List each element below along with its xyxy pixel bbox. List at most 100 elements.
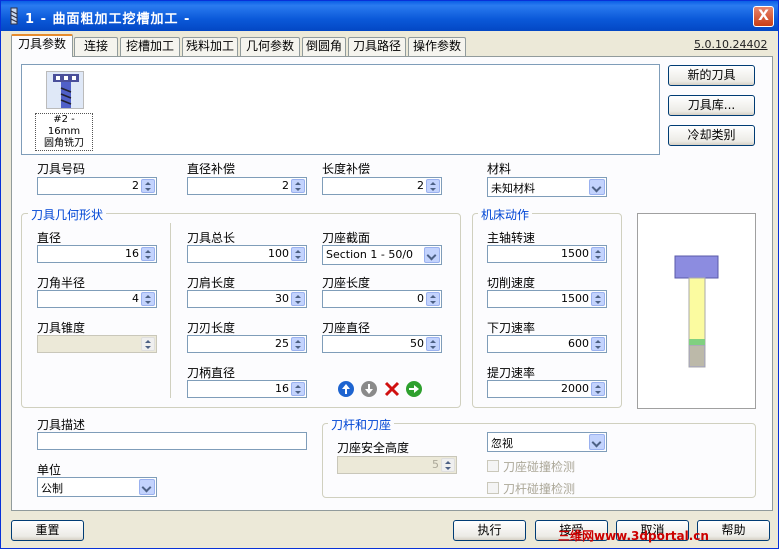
retract-value: 2000 bbox=[561, 382, 589, 395]
dia-offset-spinner[interactable]: 2 bbox=[187, 177, 307, 195]
arrow-down-icon[interactable] bbox=[361, 381, 377, 397]
plunge-spinner[interactable]: 600 bbox=[487, 335, 607, 353]
arrow-right-icon[interactable] bbox=[406, 381, 422, 397]
holder-collision-label: 刀座碰撞检测 bbox=[503, 460, 576, 474]
units-select[interactable]: 公制 bbox=[37, 477, 157, 497]
arrow-up-icon[interactable] bbox=[338, 381, 354, 397]
tool-label-line2: 圆角铣刀 bbox=[44, 138, 84, 149]
holder-length-spinner[interactable]: 0 bbox=[322, 290, 442, 308]
spin-arrows-icon[interactable] bbox=[291, 247, 305, 261]
safety-height-spinner: 5 bbox=[337, 456, 457, 474]
spin-arrows-icon bbox=[141, 337, 155, 351]
material-select[interactable]: 未知材料 bbox=[487, 177, 607, 197]
title-bar[interactable]: 1 - 曲面粗加工挖槽加工 - X bbox=[1, 1, 778, 31]
tool-thumbnail[interactable] bbox=[46, 71, 84, 109]
holder-collision-checkbox[interactable] bbox=[487, 460, 499, 472]
tab-tool-parameters[interactable]: 刀具参数 bbox=[11, 34, 73, 57]
spin-arrows-icon[interactable] bbox=[591, 382, 605, 396]
geometry-divider bbox=[170, 223, 171, 398]
diameter-label: 直径 bbox=[37, 231, 62, 245]
holder-section-label: 刀座截面 bbox=[322, 231, 371, 245]
description-input[interactable] bbox=[37, 432, 307, 450]
tab-operation[interactable]: 操作参数 bbox=[408, 37, 466, 56]
tab-geometry[interactable]: 几何参数 bbox=[240, 37, 300, 56]
holder-length-value: 0 bbox=[417, 292, 424, 305]
spin-arrows-icon[interactable] bbox=[591, 247, 605, 261]
flute-length-spinner[interactable]: 25 bbox=[187, 335, 307, 353]
coolant-button[interactable]: 冷却类别 bbox=[668, 125, 755, 146]
tool-label-line1: #2 - 16mm bbox=[47, 114, 81, 137]
overall-length-label: 刀具总长 bbox=[187, 231, 236, 245]
shoulder-length-label: 刀肩长度 bbox=[187, 276, 236, 290]
holder-section-select[interactable]: Section 1 - 50/0 bbox=[322, 245, 442, 265]
shank-collision-checkbox[interactable] bbox=[487, 482, 499, 494]
tab-connection[interactable]: 连接 bbox=[74, 37, 118, 56]
holder-section-value: Section 1 - 50/0 bbox=[326, 248, 414, 261]
spindle-spinner[interactable]: 1500 bbox=[487, 245, 607, 263]
diameter-spinner[interactable]: 16 bbox=[37, 245, 157, 263]
safety-height-value: 5 bbox=[432, 458, 439, 471]
corner-radius-label: 刀角半径 bbox=[37, 276, 86, 290]
chevron-down-icon[interactable] bbox=[139, 479, 155, 495]
tool-library-button[interactable]: 刀具库... bbox=[668, 95, 755, 116]
tab-toolpath[interactable]: 刀具路径 bbox=[348, 37, 406, 56]
spin-arrows-icon[interactable] bbox=[591, 292, 605, 306]
tab-rest-machining[interactable]: 残料加工 bbox=[182, 37, 238, 56]
spin-arrows-icon[interactable] bbox=[141, 179, 155, 193]
holder-group-title: 刀杆和刀座 bbox=[328, 416, 395, 433]
spin-arrows-icon[interactable] bbox=[291, 337, 305, 351]
corner-radius-spinner[interactable]: 4 bbox=[37, 290, 157, 308]
machine-group-title: 机床动作 bbox=[478, 206, 533, 223]
spin-arrows-icon[interactable] bbox=[426, 179, 440, 193]
tab-pocket[interactable]: 挖槽加工 bbox=[120, 37, 180, 56]
spin-arrows-icon[interactable] bbox=[426, 292, 440, 306]
flute-length-label: 刀刃长度 bbox=[187, 321, 236, 335]
chevron-down-icon[interactable] bbox=[589, 179, 605, 195]
spin-arrows-icon[interactable] bbox=[291, 292, 305, 306]
tool-number-value: 2 bbox=[132, 179, 139, 192]
close-button[interactable]: X bbox=[753, 6, 774, 27]
dialog-window: 1 - 曲面粗加工挖槽加工 - X 刀具参数 连接 挖槽加工 残料加工 几何参数… bbox=[0, 0, 779, 549]
chevron-down-icon[interactable] bbox=[589, 434, 605, 450]
spin-arrows-icon[interactable] bbox=[591, 337, 605, 351]
new-tool-button[interactable]: 新的刀具 bbox=[668, 65, 755, 86]
shank-diameter-value: 16 bbox=[275, 382, 289, 395]
tool-list[interactable]: #2 - 16mm 圆角铣刀 bbox=[21, 64, 660, 155]
dia-offset-value: 2 bbox=[282, 179, 289, 192]
chevron-down-icon[interactable] bbox=[424, 247, 440, 263]
tool-label: #2 - 16mm 圆角铣刀 bbox=[35, 113, 93, 151]
delete-icon[interactable] bbox=[384, 381, 400, 397]
material-label: 材料 bbox=[487, 162, 512, 176]
tool-number-spinner[interactable]: 2 bbox=[37, 177, 157, 195]
plunge-label: 下刀速率 bbox=[487, 321, 536, 335]
flute-length-value: 25 bbox=[275, 337, 289, 350]
reset-button[interactable]: 重置 bbox=[11, 520, 84, 541]
execute-button[interactable]: 执行 bbox=[453, 520, 526, 541]
holder-length-label: 刀座长度 bbox=[322, 276, 371, 290]
endmill-icon bbox=[53, 74, 79, 108]
holder-actions-toolbar bbox=[338, 381, 422, 397]
overall-length-spinner[interactable]: 100 bbox=[187, 245, 307, 263]
holder-mode-select[interactable]: 忽视 bbox=[487, 432, 607, 452]
tab-fillet[interactable]: 倒圆角 bbox=[302, 37, 346, 56]
retract-spinner[interactable]: 2000 bbox=[487, 380, 607, 398]
units-label: 单位 bbox=[37, 463, 62, 477]
safety-height-label: 刀座安全高度 bbox=[337, 441, 410, 455]
feed-label: 切削速度 bbox=[487, 276, 536, 290]
spin-arrows-icon[interactable] bbox=[141, 292, 155, 306]
spin-arrows-icon[interactable] bbox=[291, 382, 305, 396]
holder-diameter-spinner[interactable]: 50 bbox=[322, 335, 442, 353]
app-icon bbox=[10, 7, 18, 25]
shank-collision-label: 刀杆碰撞检测 bbox=[503, 482, 576, 496]
window-title: 1 - 曲面粗加工挖槽加工 - bbox=[25, 12, 191, 27]
len-offset-spinner[interactable]: 2 bbox=[322, 177, 442, 195]
units-value: 公制 bbox=[41, 482, 63, 495]
shank-diameter-spinner[interactable]: 16 bbox=[187, 380, 307, 398]
spin-arrows-icon[interactable] bbox=[426, 337, 440, 351]
shoulder-length-spinner[interactable]: 30 bbox=[187, 290, 307, 308]
holder-diameter-value: 50 bbox=[410, 337, 424, 350]
spin-arrows-icon[interactable] bbox=[141, 247, 155, 261]
taper-spinner bbox=[37, 335, 157, 353]
spin-arrows-icon[interactable] bbox=[291, 179, 305, 193]
feed-spinner[interactable]: 1500 bbox=[487, 290, 607, 308]
